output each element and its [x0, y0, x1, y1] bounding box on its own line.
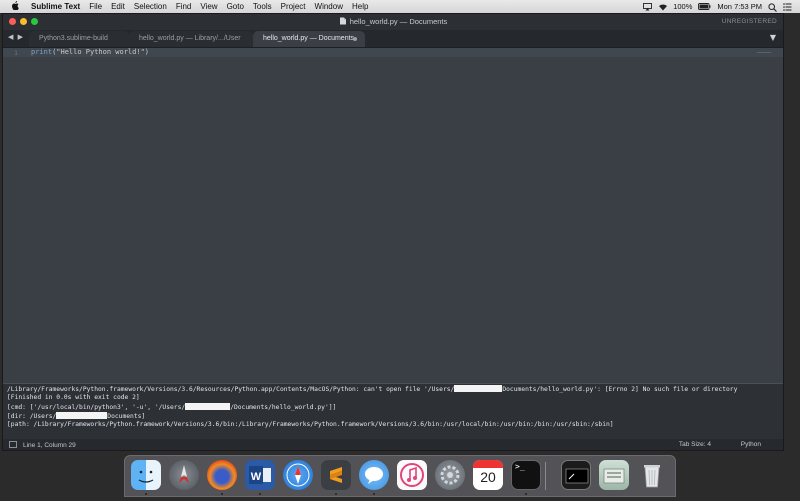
line-gutter: 1 [3, 48, 29, 383]
app-menu[interactable]: Sublime Text [31, 2, 80, 11]
tab-dropdown-icon[interactable]: ▼ [770, 33, 776, 42]
output-text: Documents/hello_world.py': [Errno 2] No … [502, 386, 738, 393]
build-output-panel[interactable]: /Library/Frameworks/Python.framework/Ver… [3, 383, 783, 440]
cursor-position: Line 1, Column 29 [23, 442, 76, 449]
running-indicator [259, 493, 261, 495]
output-line: /Library/Frameworks/Python.framework/Ver… [7, 385, 737, 393]
tab-size-selector[interactable]: Tab Size: 4 [679, 441, 711, 448]
code-string: ("Hello Python world!") [52, 48, 150, 56]
output-line: [cmd: ['/usr/local/bin/python3', '-u', '… [7, 403, 336, 411]
menu-help[interactable]: Help [352, 2, 368, 11]
cast-icon[interactable] [643, 2, 653, 11]
redacted-username [185, 403, 231, 410]
line-number: 1 [14, 49, 18, 57]
menu-window[interactable]: Window [315, 2, 343, 11]
running-indicator [525, 493, 527, 495]
window-title-text: hello_world.py — Documents [349, 17, 448, 26]
menu-goto[interactable]: Goto [227, 2, 244, 11]
output-line: [dir: /Users/Documents] [7, 412, 145, 420]
output-text: [cmd: ['/usr/local/bin/python3', '-u', '… [7, 404, 186, 411]
syntax-selector[interactable]: Python [741, 441, 761, 448]
menubar-clock[interactable]: Mon 7:53 PM [717, 2, 762, 11]
mac-menubar: Sublime Text File Edit Selection Find Vi… [0, 0, 800, 13]
system-preferences-icon[interactable] [435, 460, 465, 490]
wifi-icon[interactable] [658, 3, 668, 11]
menubar-status-area: 100% Mon 7:53 PM [643, 0, 792, 13]
menu-file[interactable]: File [89, 2, 102, 11]
output-text: Documents] [107, 413, 146, 420]
launchpad-icon[interactable] [169, 460, 199, 490]
status-bar: Line 1, Column 29 Tab Size: 4 Python [3, 439, 783, 450]
tab-hello-world-library[interactable]: hello_world.py — Library/.../User [129, 31, 253, 47]
menu-tools[interactable]: Tools [253, 2, 272, 11]
menu-selection[interactable]: Selection [134, 2, 167, 11]
tab-nav-arrows[interactable]: ◀ ▶ [8, 33, 24, 41]
output-text: [dir: /Users/ [7, 413, 57, 420]
menu-edit[interactable]: Edit [111, 2, 125, 11]
running-indicator [335, 493, 337, 495]
calendar-day: 20 [480, 469, 496, 485]
running-indicator [145, 493, 147, 495]
trash-icon[interactable] [637, 460, 667, 490]
battery-icon[interactable] [698, 2, 711, 11]
calendar-icon[interactable]: 20 [473, 460, 503, 490]
redacted-username [56, 412, 108, 419]
menu-view[interactable]: View [200, 2, 217, 11]
running-indicator [373, 493, 375, 495]
title-bar[interactable]: hello_world.py — Documents UNREGISTERED [3, 14, 783, 30]
messages-icon[interactable] [359, 460, 389, 490]
unsaved-dot-icon[interactable] [353, 37, 357, 41]
dock-separator [545, 462, 546, 490]
unregistered-label: UNREGISTERED [721, 18, 777, 25]
code-keyword: print [31, 48, 53, 56]
sublime-window: hello_world.py — Documents UNREGISTERED … [2, 13, 784, 451]
tab-python3-sublime-build[interactable]: Python3.sublime-build [29, 31, 129, 47]
output-text: /Documents/hello_world.py']] [230, 404, 337, 411]
tab-bar: ◀ ▶ Python3.sublime-build hello_world.py… [3, 30, 783, 48]
tab-label: hello_world.py — Library/.../User [139, 35, 241, 42]
output-line: [Finished in 0.0s with exit code 2] [7, 394, 140, 401]
downloads-folder-icon[interactable] [599, 460, 629, 490]
status-position: Line 1, Column 29 [9, 441, 76, 449]
output-line: [path: /Library/Frameworks/Python.framew… [7, 421, 614, 428]
safari-icon[interactable] [283, 460, 313, 490]
code-line[interactable]: print("Hello Python world!") [31, 48, 149, 56]
firefox-icon[interactable] [207, 460, 237, 490]
terminal-icon[interactable]: >_ [511, 460, 541, 490]
apple-menu-icon[interactable] [10, 1, 20, 12]
minimized-terminal-window[interactable] [561, 460, 591, 490]
word-icon[interactable]: W [245, 460, 275, 490]
minimap[interactable] [757, 52, 771, 53]
dock: W 20 >_ [124, 455, 676, 497]
sublime-text-icon[interactable] [321, 460, 351, 490]
battery-percentage: 100% [673, 2, 693, 11]
window-title: hello_world.py — Documents [3, 17, 783, 26]
code-editor[interactable]: 1 print("Hello Python world!") [3, 48, 783, 383]
tab-hello-world-documents[interactable]: hello_world.py — Documents [253, 31, 365, 47]
svg-text:W: W [251, 471, 262, 483]
redacted-username [454, 385, 503, 392]
finder-icon[interactable] [131, 460, 161, 490]
tab-label: Python3.sublime-build [39, 35, 108, 42]
spotlight-search-icon[interactable] [768, 2, 777, 12]
tab-label: hello_world.py — Documents [263, 35, 355, 42]
menu-find[interactable]: Find [176, 2, 192, 11]
output-text: /Library/Frameworks/Python.framework/Ver… [7, 386, 455, 393]
document-icon [339, 17, 346, 25]
notification-center-icon[interactable] [783, 2, 792, 11]
terminal-prompt: >_ [515, 462, 525, 471]
itunes-icon[interactable] [397, 460, 427, 490]
menu-project[interactable]: Project [281, 2, 306, 11]
panel-toggle-icon[interactable] [9, 441, 17, 448]
running-indicator [221, 493, 223, 495]
